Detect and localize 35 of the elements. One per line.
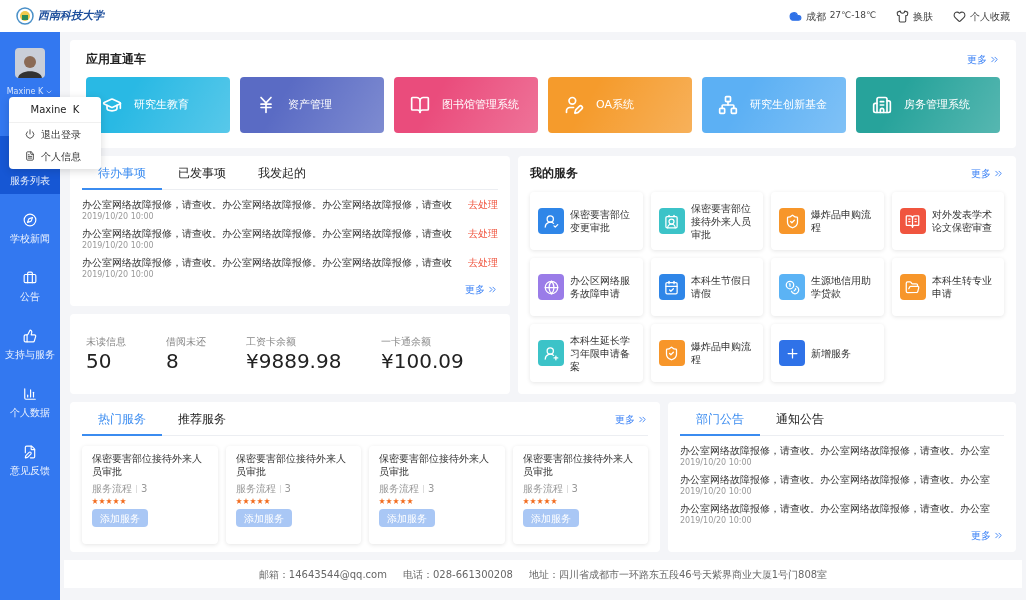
footer-text: 地址：四川省成都市一环路东五段46号天紫界商业大厦1号门808室 xyxy=(528,567,828,582)
service-title: 保密要害部位接待外来人员审批 xyxy=(92,452,203,478)
weather-city: 成都 xyxy=(805,9,826,24)
service-title: 保密要害部位接待外来人员审批 xyxy=(522,452,634,478)
section-title: 应用直通车 xyxy=(86,51,146,68)
todo-time: 2019/10/20 10:00 xyxy=(82,269,155,280)
logo-text: 西南科技大学 xyxy=(38,7,104,24)
footer-text: 邮箱：14643544@qq.com xyxy=(258,567,387,582)
footer-text: 电话：028-661300208 xyxy=(403,567,513,582)
service-meta: 服务流程 xyxy=(379,482,419,496)
service-title: 保密要害部位接待外来人员审批 xyxy=(235,452,347,478)
stat-label: 一卡通余额 xyxy=(381,335,432,349)
notice-time: 2019/10/20 10:00 xyxy=(680,457,753,468)
stat-label: 未读信息 xyxy=(86,335,127,349)
service-count: 3 xyxy=(428,482,435,496)
service-count: 3 xyxy=(141,482,148,496)
service-meta: 服务流程 xyxy=(235,482,276,496)
service-meta: 服务流程 xyxy=(522,482,563,496)
stat-value: ¥9889.98 xyxy=(246,349,343,374)
todo-time: 2019/10/20 10:00 xyxy=(82,240,155,251)
service-title: 保密要害部位接待外来人员审批 xyxy=(379,452,490,478)
service-meta: 服务流程 xyxy=(92,482,132,496)
stat-label: 借阅未还 xyxy=(166,335,207,349)
notice-time: 2019/10/20 10:00 xyxy=(680,486,753,497)
stat-value: ¥100.09 xyxy=(381,349,464,374)
service-count: 3 xyxy=(571,482,578,496)
stat-value: 8 xyxy=(166,349,180,374)
stat-label: 工资卡余额 xyxy=(246,335,297,349)
service-count: 3 xyxy=(284,482,291,496)
notice-time: 2019/10/20 10:00 xyxy=(680,515,753,526)
weather-temp: 27℃-18℃ xyxy=(829,9,876,23)
section-title: 我的服务 xyxy=(530,165,578,182)
menu-user-name: Maxine K xyxy=(9,97,101,123)
stat-value: 50 xyxy=(86,349,113,374)
todo-time: 2019/10/20 10:00 xyxy=(82,211,155,222)
